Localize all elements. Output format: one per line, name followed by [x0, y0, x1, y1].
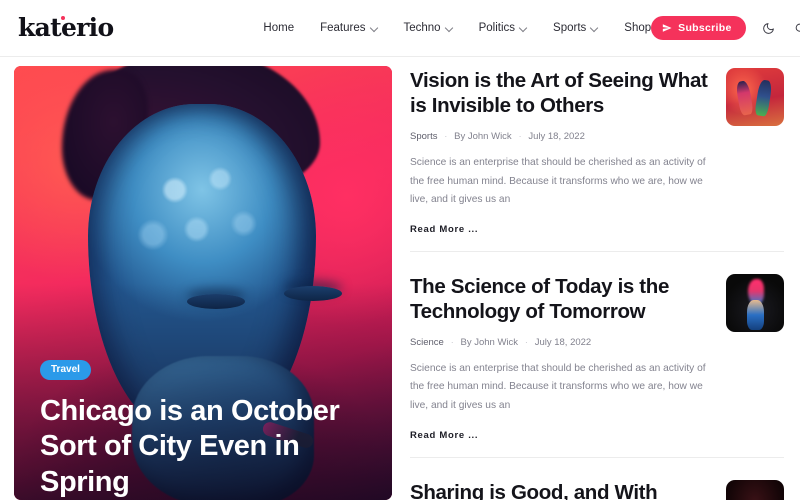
read-more-link[interactable]: Read More ... — [410, 224, 478, 235]
meta-separator-icon: · — [444, 132, 448, 142]
article-title[interactable]: The Science of Today is the Technology o… — [410, 274, 712, 324]
article-author[interactable]: By John Wick — [454, 131, 512, 142]
nav-item-shop[interactable]: Shop — [624, 22, 651, 34]
article-category[interactable]: Science — [410, 337, 444, 348]
chevron-down-icon — [520, 25, 527, 32]
article-date: July 18, 2022 — [534, 337, 592, 349]
nav-label-features: Features — [320, 22, 366, 34]
article-meta: Science · By John Wick · July 18, 2022 — [410, 337, 712, 348]
article-body: The Science of Today is the Technology o… — [410, 274, 712, 443]
hero-featured-post[interactable]: Travel Chicago is an October Sort of Cit… — [14, 66, 392, 500]
article-list-item: Sharing is Good, and With Digital Techno… — [410, 456, 784, 500]
nav-item-features[interactable]: Features — [320, 22, 377, 34]
search-button[interactable] — [792, 19, 800, 37]
article-body: Vision is the Art of Seeing What is Invi… — [410, 68, 712, 237]
article-excerpt: Science is an enterprise that should be … — [410, 157, 706, 205]
moon-icon — [763, 22, 774, 34]
nav-item-techno[interactable]: Techno — [404, 22, 453, 34]
nav-item-home[interactable]: Home — [263, 22, 294, 34]
meta-separator-icon: · — [518, 132, 522, 142]
article-list: Vision is the Art of Seeing What is Invi… — [410, 66, 784, 500]
article-thumbnail[interactable] — [726, 273, 784, 332]
nav-item-sports[interactable]: Sports — [553, 22, 598, 34]
logo-dot-accent — [61, 15, 65, 20]
hero-title[interactable]: Chicago is an October Sort of City Even … — [40, 394, 368, 500]
chevron-down-icon — [591, 25, 598, 32]
article-category[interactable]: Sports — [410, 131, 437, 142]
nav-label-sports: Sports — [553, 22, 587, 34]
search-icon — [795, 23, 800, 32]
site-logo-text: katerio — [18, 12, 114, 42]
hero-overlay: Travel Chicago is an October Sort of Cit… — [40, 359, 368, 500]
article-thumbnail[interactable] — [726, 479, 784, 500]
article-author[interactable]: By John Wick — [460, 337, 518, 348]
nav-label-techno: Techno — [403, 22, 441, 34]
hero-category-badge[interactable]: Travel — [40, 359, 91, 380]
site-logo[interactable]: katerio — [18, 12, 114, 42]
article-list-item: Vision is the Art of Seeing What is Invi… — [410, 68, 784, 251]
article-title[interactable]: Vision is the Art of Seeing What is Invi… — [410, 68, 712, 118]
subscribe-label: Subscribe — [678, 22, 732, 34]
article-list-item: The Science of Today is the Technology o… — [410, 250, 784, 457]
header-actions: Subscribe — [651, 16, 800, 40]
article-date: July 18, 2022 — [528, 131, 585, 143]
chevron-down-icon — [371, 25, 378, 32]
article-excerpt: Science is an enterprise that should be … — [410, 363, 706, 411]
meta-separator-icon: · — [525, 338, 528, 348]
article-title[interactable]: Sharing is Good, and With Digital Techno… — [410, 480, 712, 500]
read-more-link[interactable]: Read More ... — [410, 430, 478, 441]
main-navigation: Home Features Techno Politics Sports Sho… — [263, 22, 651, 34]
subscribe-button[interactable]: Subscribe — [651, 16, 746, 40]
nav-label-shop: Shop — [624, 22, 652, 34]
page-content: Travel Chicago is an October Sort of Cit… — [0, 57, 800, 500]
nav-item-politics[interactable]: Politics — [479, 22, 527, 34]
chevron-down-icon — [446, 25, 453, 32]
article-meta: Sports · By John Wick · July 18, 2022 — [410, 131, 712, 142]
article-thumbnail[interactable] — [726, 68, 784, 126]
nav-label-home: Home — [263, 22, 295, 34]
meta-separator-icon: · — [450, 338, 454, 348]
article-body: Sharing is Good, and With Digital Techno… — [410, 480, 712, 500]
send-icon — [662, 24, 672, 32]
nav-label-politics: Politics — [478, 22, 516, 34]
site-header: katerio Home Features Techno Politics Sp… — [0, 0, 800, 57]
dark-mode-toggle[interactable] — [760, 19, 778, 37]
